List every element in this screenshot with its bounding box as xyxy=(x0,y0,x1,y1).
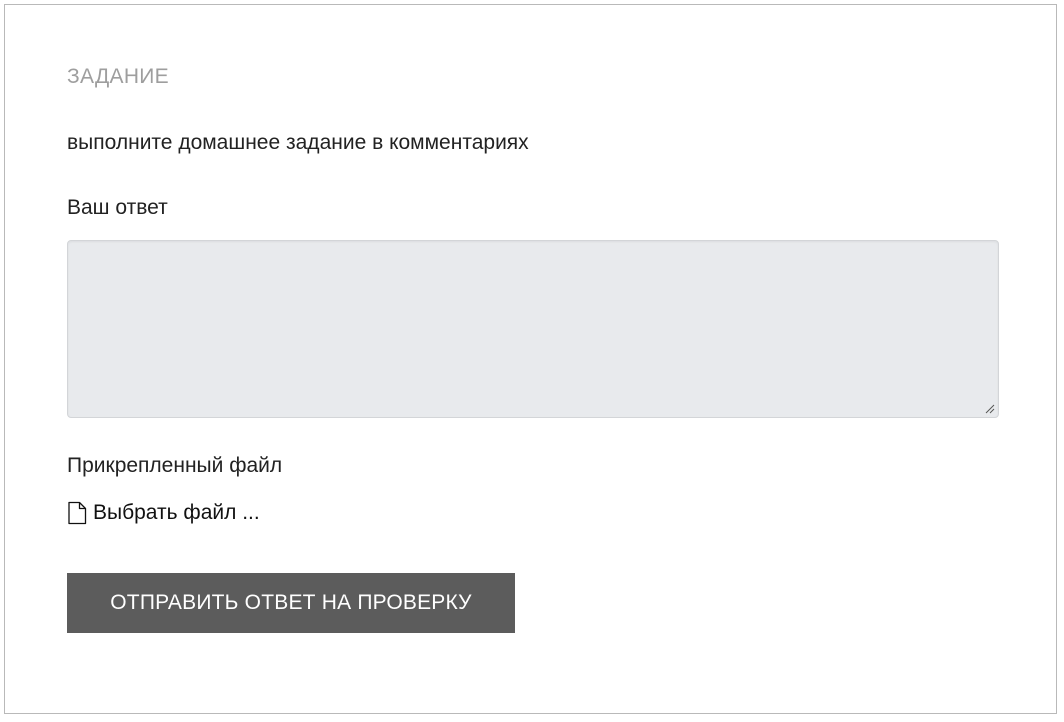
file-icon xyxy=(68,501,87,525)
choose-file-button[interactable]: Выбрать файл ... xyxy=(67,501,260,525)
answer-label: Ваш ответ xyxy=(67,196,168,219)
attached-file-label: Прикрепленный файл xyxy=(67,454,283,477)
submit-answer-button[interactable]: ОТПРАВИТЬ ОТВЕТ НА ПРОВЕРКУ xyxy=(67,573,515,633)
choose-file-label: Выбрать файл ... xyxy=(93,501,260,524)
answer-textarea[interactable] xyxy=(67,240,999,418)
task-description: выполните домашнее задание в комментария… xyxy=(67,131,529,154)
section-title: ЗАДАНИЕ xyxy=(67,65,169,88)
resize-handle-icon[interactable] xyxy=(983,402,995,414)
task-panel: ЗАДАНИЕ выполните домашнее задание в ком… xyxy=(4,4,1057,714)
